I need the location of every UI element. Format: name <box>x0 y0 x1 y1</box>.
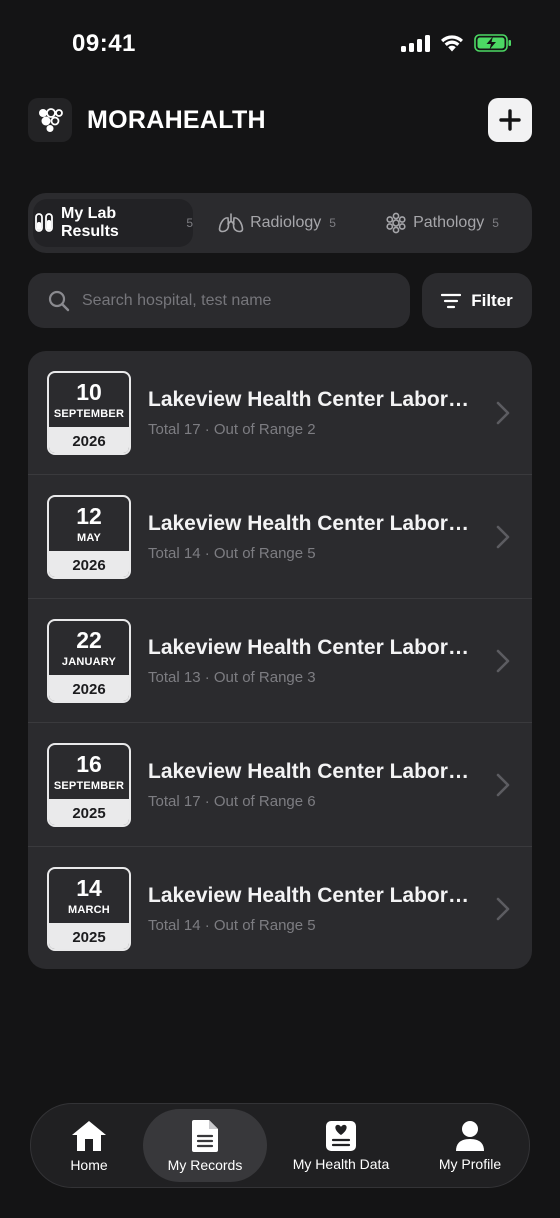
list-item[interactable]: 14 MARCH 2025 Lakeview Health Center Lab… <box>28 847 532 969</box>
person-icon <box>456 1120 484 1151</box>
record-title: Lakeview Health Center Laboratory <box>148 636 478 659</box>
date-day: 14 <box>76 874 102 901</box>
app-logo <box>28 98 72 142</box>
date-year: 2025 <box>49 799 129 825</box>
date-day: 12 <box>76 502 102 529</box>
nav-label: My Records <box>167 1156 243 1173</box>
nav-label: My Health Data <box>292 1155 390 1172</box>
tab-radiology[interactable]: Radiology 5 <box>197 199 357 247</box>
nav-home[interactable]: Home <box>35 1109 143 1182</box>
record-title: Lakeview Health Center Laboratory <box>148 512 478 535</box>
tab-my-lab-results[interactable]: My Lab Results 5 <box>33 199 193 247</box>
nav-label: Home <box>70 1156 108 1173</box>
status-icons <box>401 34 512 52</box>
app-title: MORAHEALTH <box>87 106 266 134</box>
health-card-icon <box>326 1120 356 1151</box>
date-month: SEPTEMBER <box>53 779 125 792</box>
status-time: 09:41 <box>72 30 136 57</box>
date-badge: 16 SEPTEMBER 2025 <box>47 743 131 827</box>
date-month: SEPTEMBER <box>53 407 125 420</box>
record-summary: Total 14 · Out of Range 5 <box>148 545 316 562</box>
date-badge: 12 MAY 2026 <box>47 495 131 579</box>
search-bar[interactable] <box>28 273 410 328</box>
list-item[interactable]: 22 JANUARY 2026 Lakeview Health Center L… <box>28 599 532 723</box>
date-day: 10 <box>76 378 102 405</box>
document-icon <box>192 1119 218 1152</box>
chevron-right-icon <box>496 897 510 921</box>
nav-my-records[interactable]: My Records <box>143 1109 267 1182</box>
cells-icon <box>386 212 406 234</box>
date-badge: 22 JANUARY 2026 <box>47 619 131 703</box>
record-title: Lakeview Health Center Laboratory <box>148 884 478 907</box>
record-type-tabs: My Lab Results 5 Radiology 5 Pathology 5 <box>28 193 532 253</box>
status-bar: 09:41 <box>0 0 560 90</box>
lab-results-list: 10 SEPTEMBER 2026 Lakeview Health Center… <box>28 351 532 969</box>
list-item[interactable]: 16 SEPTEMBER 2025 Lakeview Health Center… <box>28 723 532 847</box>
date-year: 2026 <box>49 551 129 577</box>
record-summary: Total 17 · Out of Range 6 <box>148 793 316 810</box>
nav-my-profile[interactable]: My Profile <box>415 1109 525 1182</box>
chevron-right-icon <box>496 401 510 425</box>
chevron-right-icon <box>496 649 510 673</box>
record-summary: Total 17 · Out of Range 2 <box>148 421 316 438</box>
cellular-signal-icon <box>401 34 430 52</box>
record-title: Lakeview Health Center Laboratory <box>148 760 478 783</box>
wifi-icon <box>441 35 463 52</box>
date-month: MARCH <box>68 903 110 916</box>
nav-my-health-data[interactable]: My Health Data <box>267 1109 415 1182</box>
chevron-right-icon <box>496 525 510 549</box>
plus-icon <box>499 109 521 131</box>
chevron-right-icon <box>496 773 510 797</box>
tab-label: Radiology <box>250 214 322 231</box>
lungs-icon <box>218 213 244 233</box>
record-summary: Total 14 · Out of Range 5 <box>148 917 316 934</box>
battery-charging-icon <box>474 34 511 52</box>
date-day: 22 <box>76 626 102 653</box>
list-item[interactable]: 10 SEPTEMBER 2026 Lakeview Health Center… <box>28 351 532 475</box>
date-year: 2026 <box>49 427 129 453</box>
tab-count: 5 <box>492 216 499 230</box>
record-summary: Total 13 · Out of Range 3 <box>148 669 316 686</box>
nav-label: My Profile <box>438 1155 502 1172</box>
logo-icon <box>39 108 63 132</box>
search-icon <box>48 290 70 311</box>
search-input[interactable] <box>82 291 382 310</box>
app-header: MORAHEALTH <box>28 98 532 144</box>
date-year: 2025 <box>49 923 129 949</box>
date-year: 2026 <box>49 675 129 701</box>
tab-label: My Lab Results <box>61 205 119 240</box>
tab-pathology[interactable]: Pathology 5 <box>357 199 527 247</box>
date-badge: 14 MARCH 2025 <box>47 867 131 951</box>
home-icon <box>72 1120 106 1151</box>
list-item[interactable]: 12 MAY 2026 Lakeview Health Center Labor… <box>28 475 532 599</box>
date-month: MAY <box>76 531 102 544</box>
date-month: JANUARY <box>61 655 117 668</box>
test-tubes-icon <box>35 213 53 232</box>
filter-button[interactable]: Filter <box>422 273 532 328</box>
date-day: 16 <box>76 750 102 777</box>
bottom-navigation: Home My Records My Health Data My Profil… <box>30 1103 530 1188</box>
filter-label: Filter <box>471 290 513 310</box>
date-badge: 10 SEPTEMBER 2026 <box>47 371 131 455</box>
record-title: Lakeview Health Center Laboratory <box>148 388 478 411</box>
tab-count: 5 <box>186 216 194 230</box>
tab-label: Pathology <box>413 214 485 231</box>
add-record-button[interactable] <box>488 98 532 142</box>
tab-count: 5 <box>329 216 336 230</box>
filter-lines-icon <box>441 293 462 308</box>
